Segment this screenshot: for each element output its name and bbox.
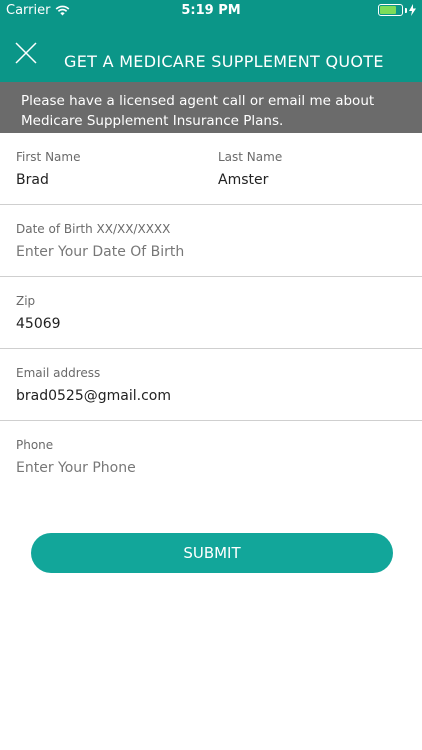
zip-input[interactable]	[16, 316, 396, 332]
quote-form: First Name Last Name Date of Birth XX/XX…	[0, 133, 422, 493]
first-name-field: First Name	[16, 150, 196, 188]
zip-row: Zip	[0, 277, 422, 349]
email-input[interactable]	[16, 388, 396, 404]
phone-field: Phone	[16, 438, 396, 476]
battery-icon	[378, 4, 403, 16]
submit-button[interactable]: SUBMIT	[31, 533, 393, 573]
battery-indicator	[378, 4, 416, 16]
last-name-label: Last Name	[218, 150, 283, 164]
status-time: 5:19 PM	[181, 3, 241, 18]
dob-field: Date of Birth XX/XX/XXXX	[16, 222, 396, 260]
dob-row: Date of Birth XX/XX/XXXX	[0, 205, 422, 277]
dob-input[interactable]	[16, 244, 396, 260]
phone-row: Phone	[0, 421, 422, 493]
email-row: Email address	[0, 349, 422, 421]
phone-input[interactable]	[16, 460, 396, 476]
first-name-label: First Name	[16, 150, 81, 164]
email-label: Email address	[16, 366, 101, 380]
notice-banner: Please have a licensed agent call or ema…	[0, 82, 422, 133]
phone-label: Phone	[16, 438, 54, 452]
last-name-field: Last Name	[218, 150, 398, 188]
close-icon	[15, 42, 37, 64]
zip-field: Zip	[16, 294, 396, 332]
page-title: GET A MEDICARE SUPPLEMENT QUOTE	[64, 52, 384, 71]
charging-bolt-icon	[409, 4, 416, 16]
name-row: First Name Last Name	[0, 133, 422, 205]
last-name-input[interactable]	[218, 172, 398, 188]
close-button[interactable]	[12, 39, 40, 67]
app-header: GET A MEDICARE SUPPLEMENT QUOTE	[0, 21, 422, 82]
status-bar: Carrier 5:19 PM	[0, 0, 422, 21]
dob-label: Date of Birth XX/XX/XXXX	[16, 222, 171, 236]
first-name-input[interactable]	[16, 172, 196, 188]
zip-label: Zip	[16, 294, 36, 308]
email-field: Email address	[16, 366, 396, 404]
